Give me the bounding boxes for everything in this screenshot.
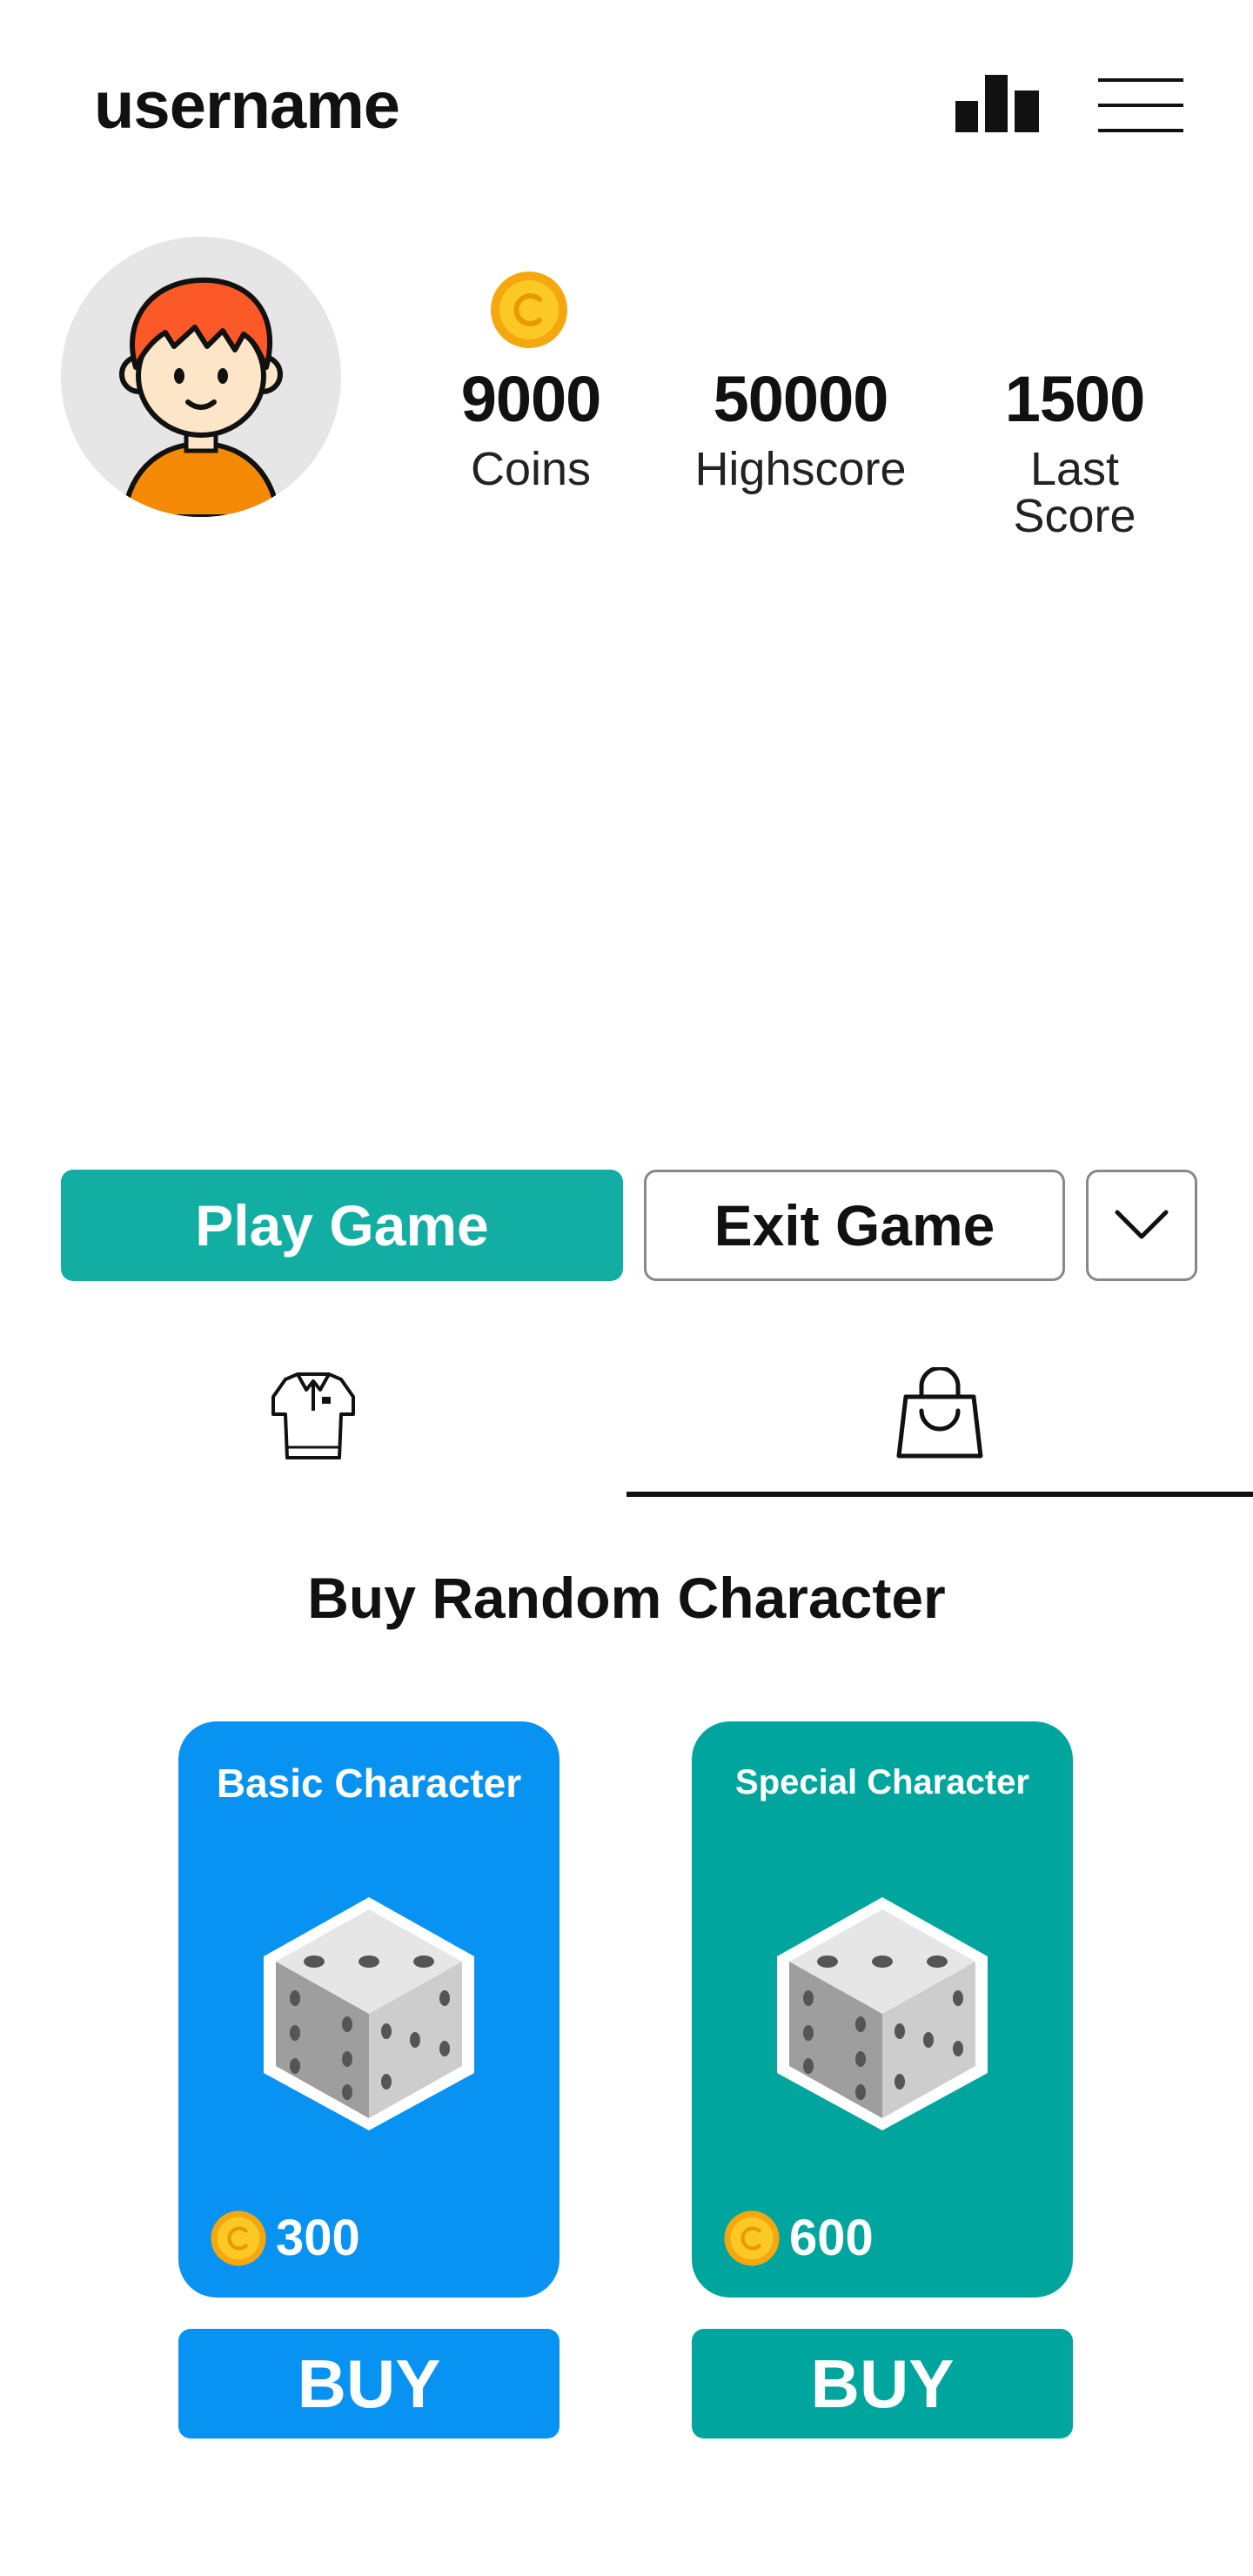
special-character-card[interactable]: Special Character 600: [692, 1721, 1073, 2298]
card-price: 600: [723, 2209, 874, 2267]
dropdown-button[interactable]: [1086, 1170, 1197, 1281]
last-score-label: Last Score: [1013, 443, 1136, 542]
play-game-button[interactable]: Play Game: [61, 1170, 623, 1281]
buy-basic-button[interactable]: BUY: [178, 2329, 559, 2438]
card-price: 300: [210, 2209, 360, 2267]
highscore-value: 50000: [713, 363, 889, 435]
tab-shop[interactable]: [626, 1330, 1253, 1500]
shirt-icon: [271, 1372, 355, 1459]
last-score-value: 1500: [1004, 363, 1146, 435]
highscore-stat: 50000 Highscore: [687, 367, 914, 493]
dice-icon: [777, 1897, 988, 2130]
avatar: [61, 237, 341, 517]
coin-icon: [724, 2210, 780, 2266]
tab-outfit[interactable]: [0, 1330, 626, 1500]
highscore-label: Highscore: [694, 443, 907, 495]
price-value: 300: [276, 2210, 360, 2266]
leaderboard-icon[interactable]: [955, 75, 1039, 132]
hamburger-menu-icon[interactable]: [1098, 77, 1183, 134]
coins-value: 9000: [460, 363, 602, 435]
coins-stat: 9000 Coins: [435, 367, 626, 493]
coins-label: Coins: [470, 443, 592, 495]
coin-icon: [489, 270, 569, 350]
card-title: Special Character: [735, 1763, 1029, 1801]
username-label: username: [94, 69, 400, 143]
price-value: 600: [789, 2210, 874, 2266]
card-title: Basic Character: [216, 1761, 522, 1806]
dice-icon: [264, 1897, 474, 2130]
chevron-down-icon: [1115, 1210, 1169, 1239]
exit-game-button[interactable]: Exit Game: [644, 1170, 1065, 1281]
last-score-stat: 1500 Last Score: [966, 367, 1183, 540]
coin-icon: [211, 2210, 266, 2266]
shopping-bag-icon: [896, 1367, 983, 1459]
buy-special-button[interactable]: BUY: [692, 2329, 1073, 2438]
section-title: Buy Random Character: [307, 1566, 946, 1630]
active-tab-indicator: [626, 1492, 1253, 1497]
basic-character-card[interactable]: Basic Character 300: [178, 1721, 559, 2298]
